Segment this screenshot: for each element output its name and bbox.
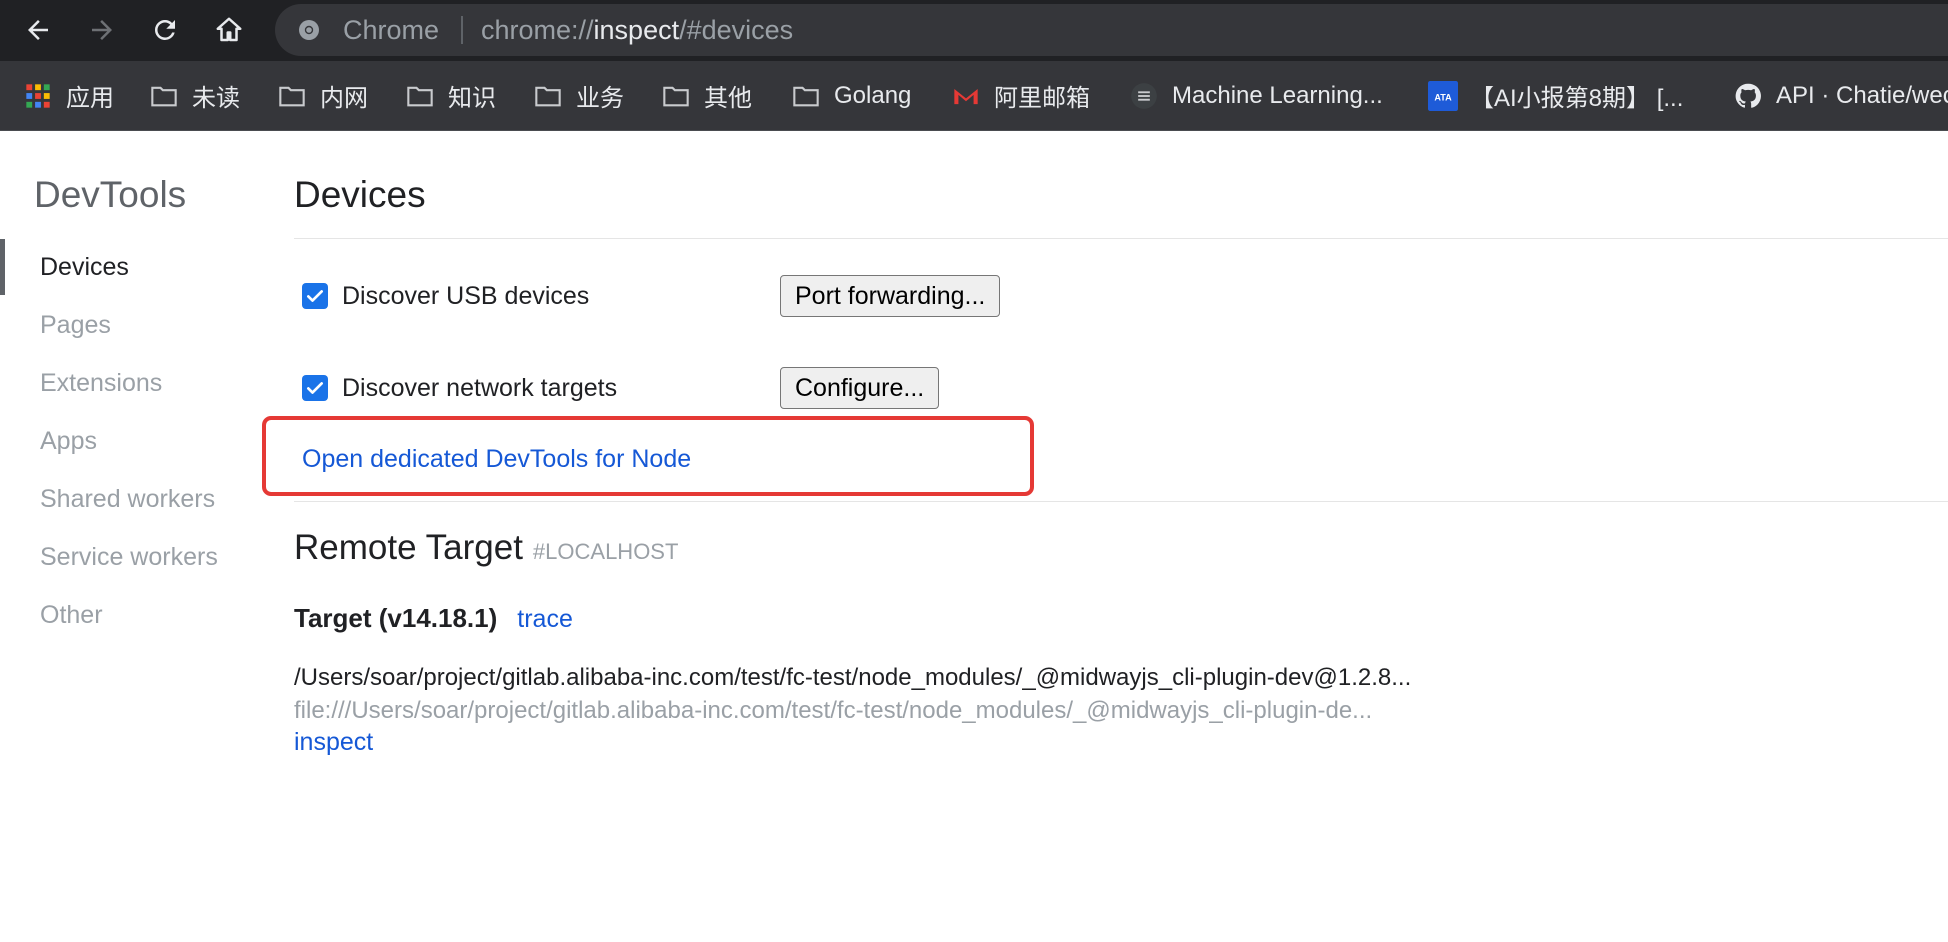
active-item-indicator (0, 239, 5, 295)
bookmark-github-wechaty[interactable]: API · Chatie/wechaty (1734, 61, 1948, 130)
origin-chip: Chrome (343, 15, 440, 45)
bookmark-label: API · Chatie/wechaty (1776, 81, 1948, 109)
back-button[interactable] (18, 10, 58, 50)
address-bar[interactable]: Chrome chrome://inspect/#devices (275, 4, 1948, 56)
bookmark-machine-learning[interactable]: Machine Learning... (1130, 61, 1383, 130)
forward-button[interactable] (82, 10, 122, 50)
page-title: Devices (294, 174, 426, 215)
browser-toolbar: Chrome chrome://inspect/#devices (0, 0, 1948, 61)
folder-icon (279, 86, 305, 106)
bookmark-ai-newsletter[interactable]: ATA 【AI小报第8期】 [... (1428, 61, 1683, 130)
bookmark-label: 内网 (320, 85, 368, 112)
discover-network-checkbox[interactable] (302, 375, 328, 401)
bookmark-folder-other[interactable]: 其他 (662, 61, 752, 130)
checkmark-icon (307, 382, 323, 394)
home-icon (216, 17, 242, 42)
sidebar-title: DevTools (34, 174, 187, 215)
port-forwarding-button[interactable]: Port forwarding... (780, 275, 1001, 317)
configure-button[interactable]: Configure... (780, 367, 940, 409)
bookmark-folder-intranet[interactable]: 内网 (278, 61, 368, 130)
target-path: /Users/soar/project/gitlab.alibaba-inc.c… (294, 664, 1412, 691)
bookmark-folder-knowledge[interactable]: 知识 (406, 61, 496, 130)
sidebar-item-extensions[interactable]: Extensions (40, 363, 162, 403)
bookmark-apps[interactable]: 应用 (24, 61, 114, 130)
remote-target-heading: Remote Target #LOCALHOST (294, 528, 678, 568)
sidebar-item-devices[interactable]: Devices (40, 247, 129, 287)
ml-site-icon (1131, 82, 1157, 109)
section-divider (294, 501, 1948, 502)
bookmark-label: 阿里邮箱 (994, 85, 1090, 112)
reload-icon (154, 19, 175, 40)
remote-target-title: Remote Target (294, 528, 523, 567)
apps-grid-icon (26, 83, 50, 108)
sidebar-item-shared-workers[interactable]: Shared workers (40, 479, 215, 519)
usb-discovery-row: Discover USB devices (302, 276, 589, 316)
sidebar-item-other[interactable]: Other (40, 595, 103, 635)
bookmark-label: 业务 (576, 85, 624, 112)
bookmark-folder-golang[interactable]: Golang (792, 61, 911, 130)
bookmark-aliyun-mail[interactable]: 阿里邮箱 (952, 61, 1090, 130)
bookmark-label: Golang (834, 81, 912, 109)
folder-icon (535, 86, 561, 106)
bookmark-label: 应用 (66, 85, 114, 112)
sidebar-item-apps[interactable]: Apps (40, 421, 97, 461)
omnibox-divider (461, 16, 463, 44)
bookmark-label: Machine Learning... (1172, 81, 1383, 109)
target-header: Target (v14.18.1) trace (294, 603, 573, 634)
discover-usb-checkbox[interactable] (302, 283, 328, 309)
url-text: chrome://inspect/#devices (481, 4, 793, 56)
folder-icon (151, 86, 177, 106)
url-scheme: chrome:// (481, 15, 594, 45)
sidebar-item-pages[interactable]: Pages (40, 305, 111, 345)
arrow-right-icon (92, 20, 112, 40)
bookmark-label: 【AI小报第8期】 [... (1470, 85, 1684, 112)
remote-target-subtitle: #LOCALHOST (532, 539, 679, 564)
bookmark-label: 知识 (448, 85, 496, 112)
folder-icon (793, 86, 819, 106)
arrow-left-icon (28, 20, 48, 40)
reload-button[interactable] (145, 10, 185, 50)
bookmark-folder-business[interactable]: 业务 (534, 61, 624, 130)
url-path: /#devices (679, 15, 794, 45)
discover-usb-label: Discover USB devices (342, 281, 590, 310)
network-discovery-row: Discover network targets (302, 368, 617, 408)
bookmark-folder-unread[interactable]: 未读 (150, 61, 240, 130)
ata-logo-icon: ATA (1428, 80, 1458, 111)
target-name: Target (v14.18.1) (294, 603, 498, 633)
bookmark-label: 未读 (192, 85, 240, 112)
title-divider (294, 238, 1948, 239)
inspect-link[interactable]: inspect (294, 728, 373, 757)
open-node-devtools-link[interactable]: Open dedicated DevTools for Node (302, 445, 691, 474)
home-button[interactable] (209, 10, 249, 50)
mail-logo-icon (954, 88, 978, 104)
trace-link[interactable]: trace (517, 605, 573, 633)
bookmark-label: 其他 (704, 85, 752, 112)
folder-icon (407, 86, 433, 106)
bookmarks-bar: 应用 未读 内网 知识 业务 其他 Golang 阿里邮箱 Machine Le… (0, 61, 1948, 131)
folder-icon (663, 86, 689, 106)
svg-text:ATA: ATA (1434, 92, 1452, 102)
url-host: inspect (593, 15, 680, 45)
target-url: file:///Users/soar/project/gitlab.alibab… (294, 697, 1373, 724)
sidebar-item-service-workers[interactable]: Service workers (40, 537, 218, 577)
chrome-logo-icon (299, 20, 319, 40)
github-icon (1735, 83, 1761, 108)
discover-network-label: Discover network targets (342, 373, 618, 402)
checkmark-icon (307, 290, 323, 302)
